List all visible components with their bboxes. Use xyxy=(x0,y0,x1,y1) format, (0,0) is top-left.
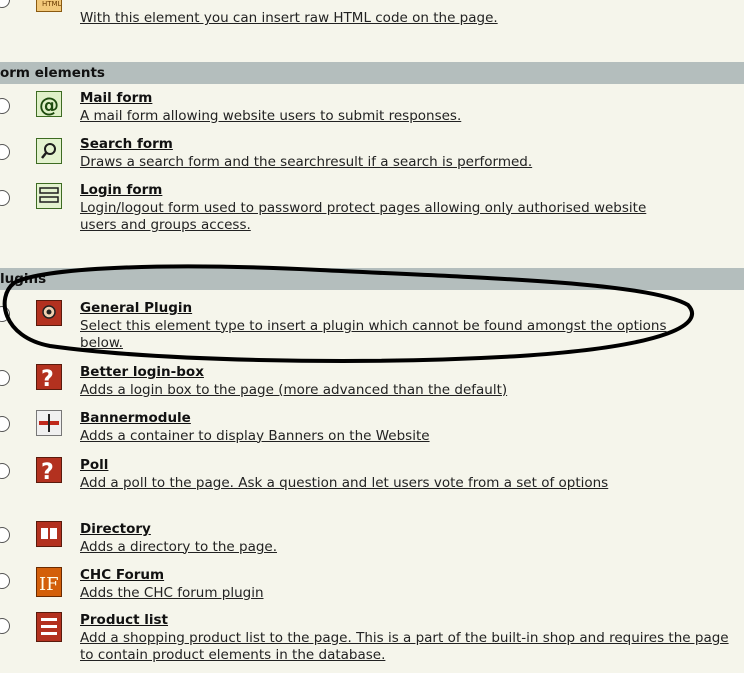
search-form-description[interactable]: Draws a search form and the searchresult… xyxy=(80,154,744,172)
banner-icon xyxy=(36,410,62,436)
html-icon: HTML xyxy=(36,0,62,12)
svg-text:HTML: HTML xyxy=(42,0,61,8)
svg-text:IF: IF xyxy=(39,574,59,595)
magnifier-icon xyxy=(36,138,62,164)
question-icon: ? xyxy=(36,364,62,392)
chc-forum-description[interactable]: Adds the CHC forum plugin xyxy=(80,585,744,603)
at-sign-icon: @ xyxy=(36,91,62,117)
better-login-box-title[interactable]: Better login-box xyxy=(80,364,744,382)
poll-description[interactable]: Add a poll to the page. Ask a question a… xyxy=(80,475,744,493)
section-header-form-elements: orm elements xyxy=(0,62,744,84)
list-icon xyxy=(36,612,62,642)
book-icon xyxy=(36,521,62,547)
bannermodule-title[interactable]: Bannermodule xyxy=(80,410,744,428)
radio-mail-form[interactable] xyxy=(0,98,10,114)
search-form-title[interactable]: Search form xyxy=(80,136,744,154)
radio-directory[interactable] xyxy=(0,527,10,543)
login-form-title[interactable]: Login form xyxy=(80,182,664,200)
better-login-box-description[interactable]: Adds a login box to the page (more advan… xyxy=(80,382,744,400)
svg-text:?: ? xyxy=(41,460,54,482)
html-element-description[interactable]: With this element you can insert raw HTM… xyxy=(80,10,744,28)
radio-general-plugin[interactable] xyxy=(0,306,10,322)
radio-html[interactable] xyxy=(0,0,10,8)
product-list-description[interactable]: Add a shopping product list to the page.… xyxy=(80,630,744,665)
general-plugin-title[interactable]: General Plugin xyxy=(80,300,674,318)
section-header-plugins: lugins xyxy=(0,268,744,290)
radio-login-form[interactable] xyxy=(0,190,10,206)
mail-form-description[interactable]: A mail form allowing website users to su… xyxy=(80,108,744,126)
radio-poll[interactable] xyxy=(0,463,10,479)
radio-bannermodule[interactable] xyxy=(0,416,10,432)
radio-product-list[interactable] xyxy=(0,618,10,634)
radio-search-form[interactable] xyxy=(0,144,10,160)
radio-chc-forum[interactable] xyxy=(0,573,10,589)
svg-text:@: @ xyxy=(39,93,59,116)
poll-title[interactable]: Poll xyxy=(80,457,744,475)
question-icon: ? xyxy=(36,457,62,485)
svg-text:?: ? xyxy=(41,367,54,389)
directory-title[interactable]: Directory xyxy=(80,521,744,539)
mail-form-title[interactable]: Mail form xyxy=(80,90,744,108)
login-form-icon xyxy=(36,183,62,209)
product-list-title[interactable]: Product list xyxy=(80,612,744,630)
directory-description[interactable]: Adds a directory to the page. xyxy=(80,539,744,557)
forum-icon: IF xyxy=(36,567,62,597)
login-form-description[interactable]: Login/logout form used to password prote… xyxy=(80,200,664,235)
bannermodule-description[interactable]: Adds a container to display Banners on t… xyxy=(80,428,744,446)
general-plugin-description[interactable]: Select this element type to insert a plu… xyxy=(80,318,674,353)
radio-better-login-box[interactable] xyxy=(0,370,10,386)
chc-forum-title[interactable]: CHC Forum xyxy=(80,567,744,585)
plugin-icon xyxy=(36,300,62,326)
